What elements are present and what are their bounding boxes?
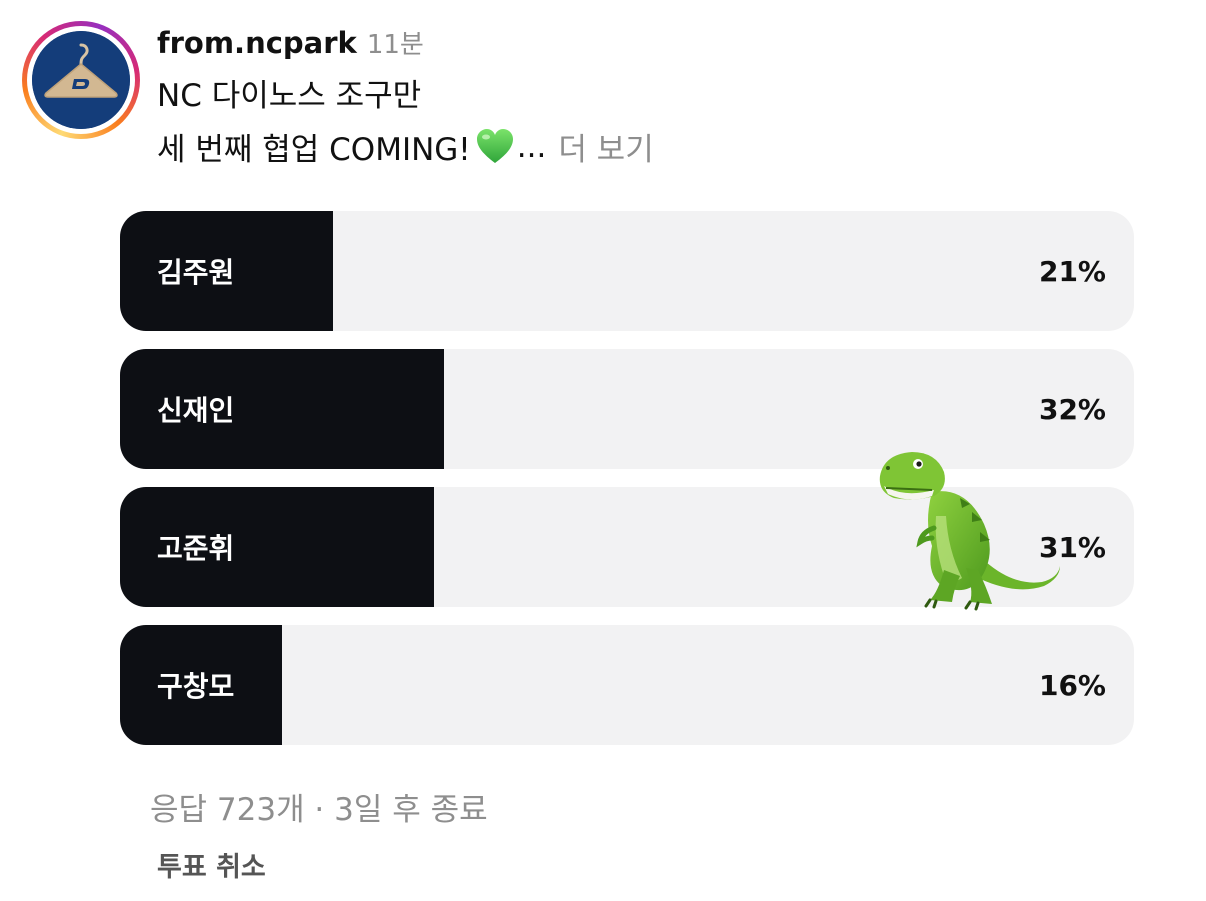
poll-option-percent: 21%: [1038, 254, 1106, 288]
username-link[interactable]: from.ncpark: [157, 26, 357, 60]
cancel-vote-button[interactable]: 투표 취소: [157, 845, 266, 884]
caption-line-2: 세 번째 협업 COMING! ... 더 보기: [157, 124, 654, 169]
more-link[interactable]: 더 보기: [558, 124, 653, 169]
poll-option-4[interactable]: 구창모 16%: [120, 625, 1134, 745]
poll-option-percent: 32%: [1038, 392, 1106, 426]
poll-option-2[interactable]: 신재인 32%: [120, 349, 1134, 469]
poll-option-percent: 31%: [1038, 530, 1106, 564]
caption-line-1: NC 다이노스 조구만: [157, 78, 422, 114]
poll-option-percent: 16%: [1038, 668, 1106, 702]
avatar[interactable]: [32, 31, 130, 129]
post-header: from.ncpark 11분: [157, 24, 424, 60]
poll-post: from.ncpark 11분 NC 다이노스 조구만 세 번째 협업 COMI…: [0, 0, 1206, 901]
poll-option-label: 김주원: [157, 256, 235, 289]
poll-option-1[interactable]: 김주원 21%: [120, 211, 1134, 331]
post-time: 11분: [366, 30, 424, 60]
green-heart-icon: [475, 127, 515, 167]
poll-option-3[interactable]: 고준휘 31%: [120, 487, 1134, 607]
poll-option-label: 신재인: [157, 394, 235, 427]
poll-option-label: 구창모: [157, 670, 235, 703]
caption-text: 세 번째 협업 COMING!: [157, 132, 471, 168]
poll-option-label: 고준휘: [157, 532, 235, 565]
avatar-border: [27, 26, 135, 134]
poll-stats: 응답 723개 · 3일 후 종료: [150, 792, 488, 828]
caption-ellipsis: ...: [516, 128, 547, 165]
story-ring[interactable]: [22, 21, 140, 139]
hanger-logo-icon: [32, 31, 130, 129]
